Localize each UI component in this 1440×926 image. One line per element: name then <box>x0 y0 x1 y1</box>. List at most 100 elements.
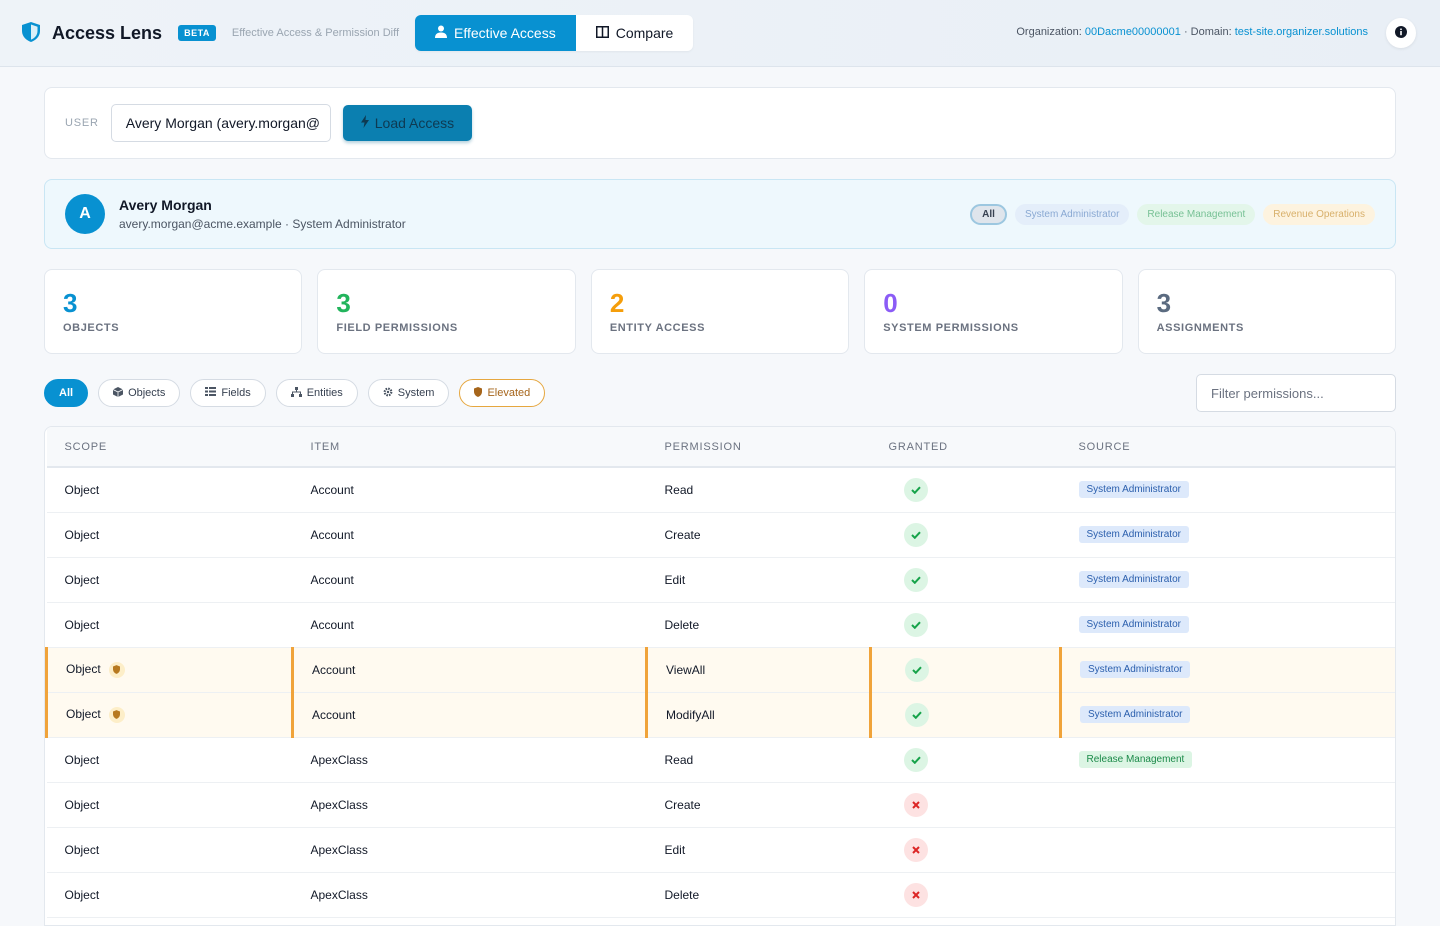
elevated-shield-icon <box>108 706 125 723</box>
check-icon <box>903 477 928 502</box>
tab-label: Compare <box>615 25 674 41</box>
table-row[interactable]: Object Account Delete System Administrator <box>46 602 1395 648</box>
cell-item: ApexClass <box>292 782 647 828</box>
domain-link[interactable]: test-site.organizer.solutions <box>1235 26 1368 38</box>
tab-effective-access[interactable]: Effective Access <box>415 15 576 51</box>
assignment-chips: All System Administrator Release Managem… <box>970 204 1375 225</box>
elevated-shield-icon <box>108 661 125 678</box>
cell-granted <box>870 557 1061 603</box>
tab-compare[interactable]: Compare <box>575 15 694 51</box>
cell-permission: Delete <box>646 602 871 648</box>
source-badge: System Administrator <box>1080 661 1191 678</box>
scope-filters: All Objects Fields Entities System Eleva… <box>44 379 546 407</box>
list-icon <box>205 387 217 399</box>
cell-granted <box>869 647 1061 693</box>
chip-release-management[interactable]: Release Management <box>1137 204 1256 225</box>
cell-item: Account <box>292 467 647 513</box>
header-source[interactable]: SOURCE <box>1060 427 1395 468</box>
cell-item: Account <box>292 602 647 648</box>
beta-badge: BETA <box>178 25 216 41</box>
filter-all[interactable]: All <box>44 379 89 407</box>
table-row[interactable]: Object ApexClass Edit <box>46 827 1395 873</box>
source-badge: System Administrator <box>1078 571 1189 588</box>
cell-granted <box>869 692 1061 738</box>
check-icon <box>903 747 928 772</box>
cell-item: Account <box>291 692 647 738</box>
profile-name: Avery Morgan <box>119 197 212 213</box>
header-item[interactable]: ITEM <box>292 427 647 468</box>
filter-entities[interactable]: Entities <box>275 379 358 407</box>
sitemap-icon <box>290 386 302 400</box>
user-load-card: USER Avery Morgan (avery.morgan@ Load Ac… <box>44 87 1396 159</box>
user-input[interactable]: Avery Morgan (avery.morgan@ <box>110 104 331 142</box>
source-badge: System Administrator <box>1078 526 1189 543</box>
gear-icon <box>383 387 393 400</box>
info-button[interactable] <box>1386 18 1416 48</box>
cell-granted <box>870 737 1061 783</box>
cell-scope: Object <box>45 692 293 738</box>
cell-scope: Object <box>46 602 293 648</box>
table-row[interactable]: Object ApexClass Read Release Management <box>46 737 1395 783</box>
app-title: Access Lens <box>52 22 163 43</box>
cell-item: ApexClass <box>292 827 647 873</box>
check-icon <box>903 567 928 592</box>
tab-label: Effective Access <box>454 25 556 41</box>
cell-source <box>1060 782 1395 828</box>
cell-scope: Object <box>46 557 293 603</box>
header-scope[interactable]: SCOPE <box>46 427 293 468</box>
table-row[interactable]: Object Account ViewAll System Administrator <box>45 647 1395 693</box>
cell-scope: Object <box>46 512 293 558</box>
filter-fields[interactable]: Fields <box>190 379 266 407</box>
table-row[interactable]: Object ApexClass Create <box>46 782 1395 828</box>
info-icon <box>1395 25 1407 41</box>
table-row[interactable]: Object ApexClass Delete <box>46 872 1395 918</box>
chip-system-administrator[interactable]: System Administrator <box>1014 204 1130 225</box>
header-granted[interactable]: GRANTED <box>870 427 1061 468</box>
cell-granted <box>870 782 1061 828</box>
user-label: USER <box>65 117 99 129</box>
header-permission[interactable]: PERMISSION <box>646 427 871 468</box>
cell-item: Account <box>292 557 647 603</box>
chip-all[interactable]: All <box>970 204 1007 225</box>
stat-entity-access: 2 ENTITY ACCESS <box>590 269 850 354</box>
cell-permission: Edit <box>646 827 871 873</box>
cell-scope: Object <box>46 737 293 783</box>
source-badge: System Administrator <box>1080 706 1191 723</box>
table-row[interactable]: Object Account ModifyAll System Administrat… <box>45 692 1395 738</box>
bolt-icon <box>360 115 369 131</box>
filter-elevated[interactable]: Elevated <box>459 379 546 407</box>
avatar: A <box>65 194 105 234</box>
user-profile-banner: A Avery Morgan avery.morgan@acme.example… <box>44 179 1396 249</box>
cell-source: Release Management <box>1060 737 1395 783</box>
filter-objects[interactable]: Objects <box>98 379 181 407</box>
org-id[interactable]: 00Dacme00000001 <box>1085 26 1181 38</box>
cell-source: System Administrator <box>1060 557 1395 603</box>
stat-label: OBJECTS <box>63 322 120 334</box>
table-row[interactable]: Object Account Edit System Administrator <box>46 557 1395 603</box>
cell-source <box>1060 827 1395 873</box>
stat-objects: 3 OBJECTS <box>44 269 303 354</box>
filter-system[interactable]: System <box>367 379 450 407</box>
cell-granted <box>870 827 1061 873</box>
mode-tabs: Effective Access Compare <box>415 15 694 51</box>
filter-permissions-input[interactable]: Filter permissions... <box>1196 374 1396 412</box>
stat-assignments: 3 ASSIGNMENTS <box>1137 269 1397 354</box>
cell-permission: Read <box>646 467 871 513</box>
cell-source: System Administrator <box>1060 512 1395 558</box>
stat-label: FIELD PERMISSIONS <box>336 322 458 334</box>
stat-label: ENTITY ACCESS <box>609 322 706 334</box>
cell-scope: Object <box>45 647 293 693</box>
cell-source: System Administrator <box>1059 692 1395 738</box>
cell-source: System Administrator <box>1060 467 1395 513</box>
load-access-button[interactable]: Load Access <box>342 105 473 141</box>
cell-granted <box>870 602 1061 648</box>
table-row[interactable]: Object Account Read System Administrator <box>46 467 1395 513</box>
org-info: Organization: 00Dacme00000001 · Domain: … <box>1016 26 1368 38</box>
chip-revenue-operations[interactable]: Revenue Operations <box>1263 204 1375 225</box>
brand: Access Lens BETA Effective Access & Perm… <box>22 22 399 44</box>
shield-icon <box>474 386 483 400</box>
stat-label: ASSIGNMENTS <box>1156 322 1244 334</box>
table-body: Object Account Read System Administrator Obj… <box>45 467 1395 918</box>
check-icon <box>905 702 929 727</box>
table-row[interactable]: Object Account Create System Administrator <box>46 512 1395 558</box>
